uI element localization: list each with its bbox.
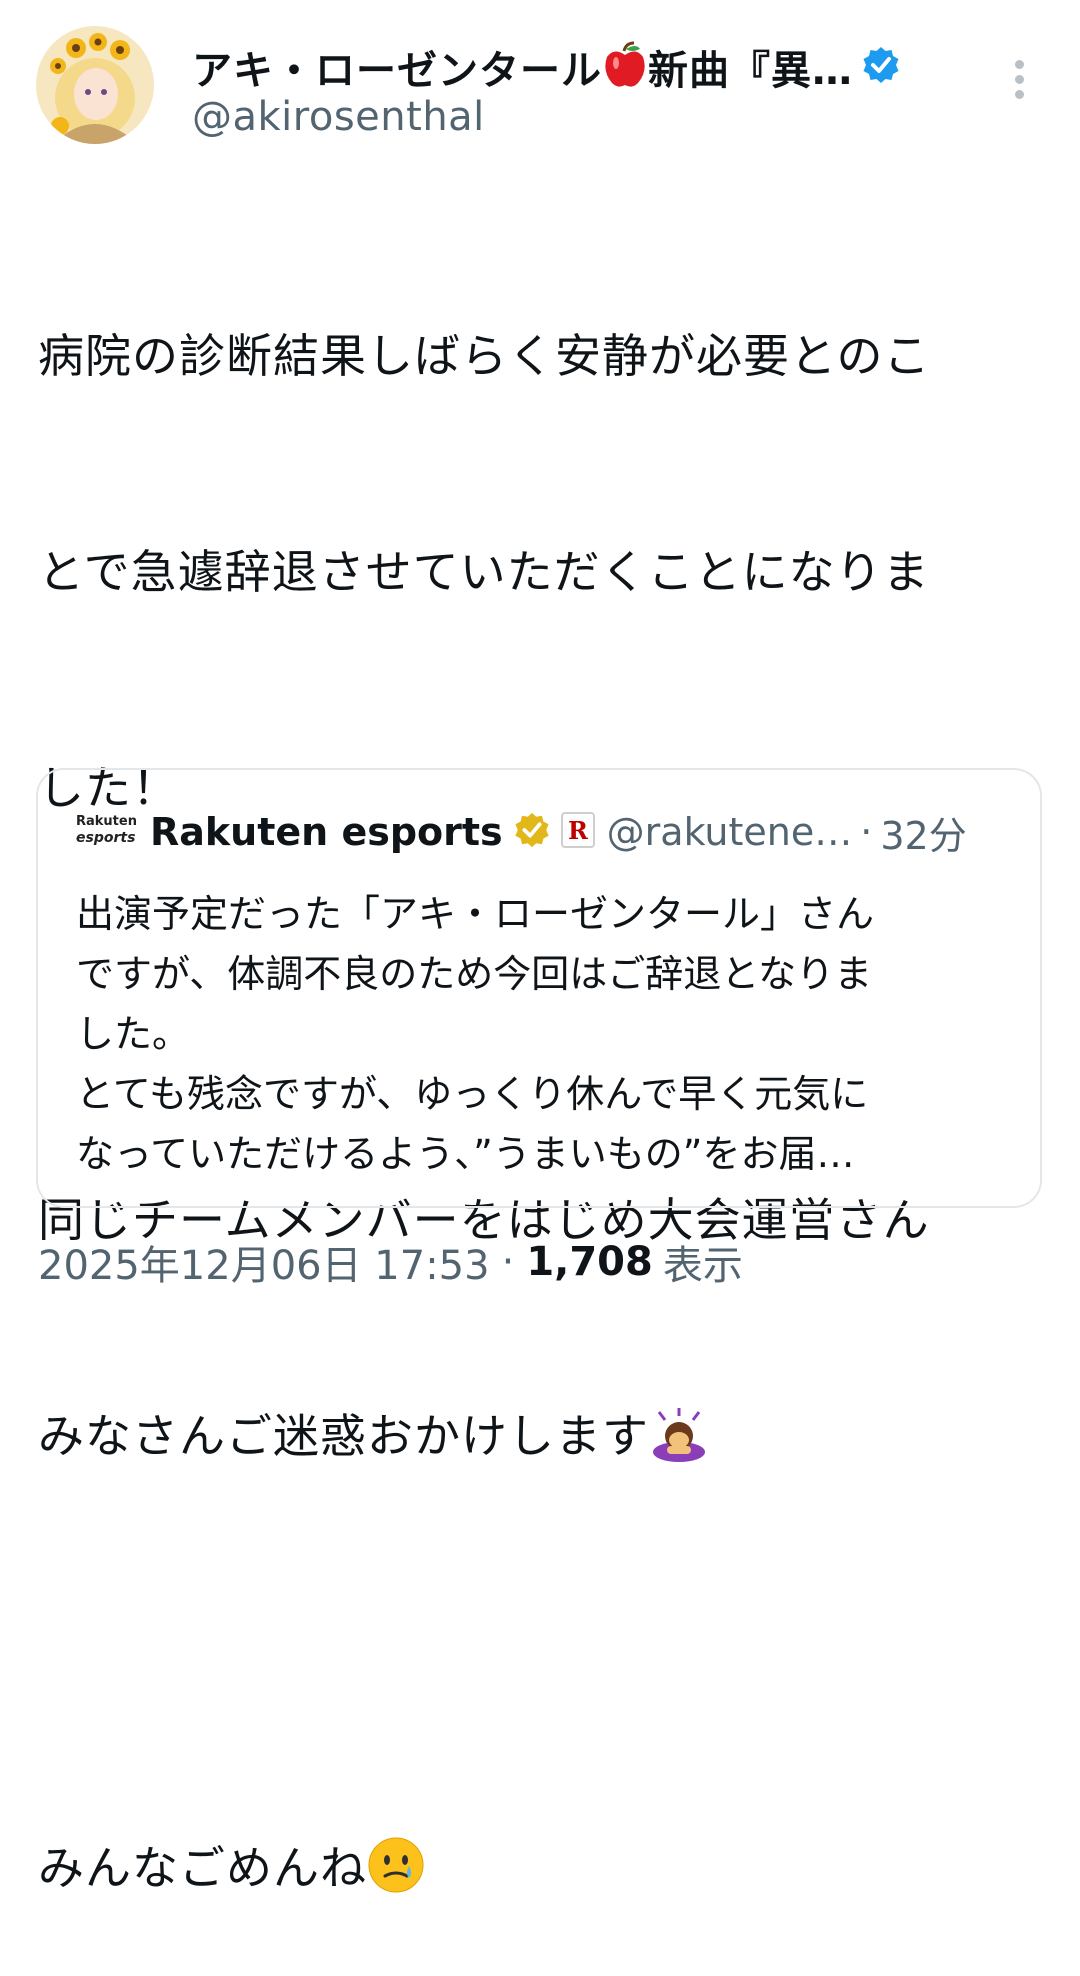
author-handle[interactable]: @akirosenthal	[192, 94, 485, 140]
tweet-datetime[interactable]: 2025年12月06日 17:53	[38, 1233, 490, 1291]
tweet-line-text: みなさんご迷惑おかけします	[38, 1409, 649, 1463]
tweet-line-text: みんなごめんね	[38, 1841, 367, 1895]
quoted-author-name[interactable]: Rakuten esports	[150, 810, 503, 854]
quoted-line: とても残念ですが、ゆっくり休んで早く元気に	[76, 1072, 869, 1116]
separator-dot: ·	[860, 810, 873, 854]
author-name-row[interactable]: アキ・ローゼンタール 新曲『異…	[192, 38, 901, 96]
quoted-tweet-text: 出演予定だった「アキ・ローゼンタール」さん ですが、体調不良のため今回はご辞退と…	[76, 884, 1006, 1184]
rakuten-esports-logo[interactable]: Rakuten esports	[76, 812, 137, 852]
quoted-timestamp[interactable]: 32分	[880, 805, 966, 860]
author-display-name[interactable]: アキ・ローゼンタール	[192, 38, 602, 96]
gold-badge-icon	[513, 811, 551, 853]
tweet-header: アキ・ローゼンタール 新曲『異… @akirosenthal	[36, 26, 1046, 146]
avatar[interactable]	[36, 26, 154, 144]
rakuten-r-icon: R	[560, 812, 595, 852]
author-display-name-suffix[interactable]: 新曲『異…	[648, 38, 853, 96]
svg-text:R: R	[568, 816, 589, 845]
quoted-tweet-header: Rakuten esports Rakuten esports R @rakut…	[76, 804, 967, 860]
quoted-line: した。	[76, 1012, 191, 1056]
crying-face-icon	[367, 1836, 425, 1914]
separator-dot: ·	[501, 1239, 515, 1285]
views-label: 表示	[662, 1243, 743, 1289]
quoted-line: ですが、体調不良のため今回はご辞退となりま	[76, 952, 873, 996]
tweet-line-with-emoji: みんなごめんね	[38, 1832, 1048, 1904]
bowing-person-icon	[649, 1406, 709, 1482]
tweet-line: 病院の診断結果しばらく安静が必要とのこ	[38, 329, 931, 383]
quoted-author-handle[interactable]: @rakutene…	[607, 810, 853, 854]
quoted-line: なっていただけるよう、”うまいもの”をお届…	[76, 1132, 855, 1176]
views-count: 1,708	[526, 1239, 653, 1285]
apple-icon	[602, 41, 648, 93]
verified-badge-icon	[861, 45, 901, 89]
tweet-meta: 2025年12月06日 17:53 · 1,708 表示	[38, 1232, 743, 1292]
tweet-line: とで急遽辞退させていただくことになりま	[38, 545, 930, 599]
more-icon[interactable]	[1004, 54, 1034, 124]
quoted-line: 出演予定だった「アキ・ローゼンタール」さん	[76, 892, 875, 936]
quoted-tweet[interactable]: Rakuten esports Rakuten esports R @rakut…	[36, 768, 1042, 1208]
tweet-line-with-emoji: みなさんご迷惑おかけします	[38, 1400, 1048, 1472]
